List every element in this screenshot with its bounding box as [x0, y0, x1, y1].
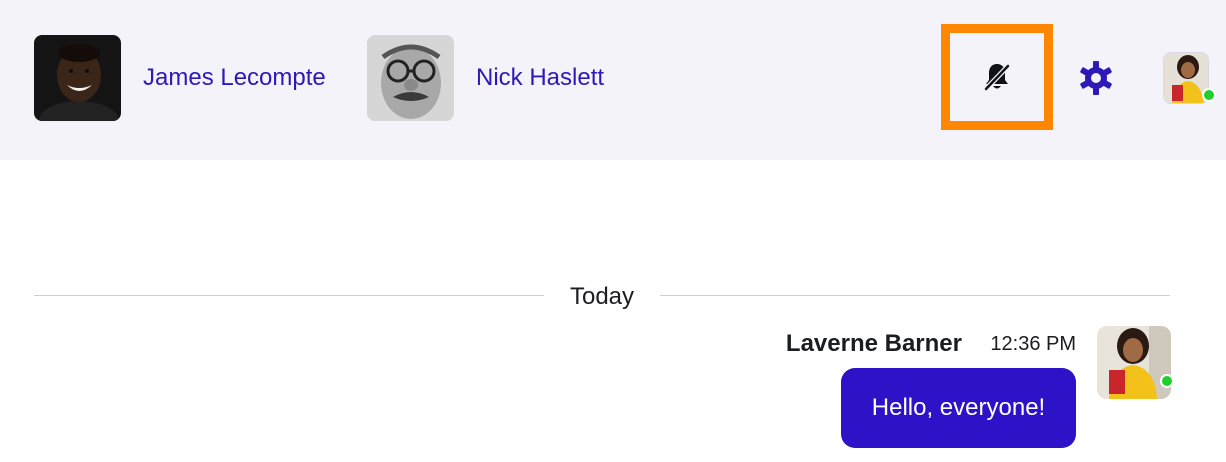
date-divider-line-left: [34, 295, 544, 296]
message-sender-name: Laverne Barner: [785, 330, 962, 357]
date-divider-label: Today: [569, 283, 635, 310]
participant-name-nick[interactable]: Nick Haslett: [476, 62, 604, 94]
avatar-photo: [1097, 326, 1171, 399]
settings-button[interactable]: [1076, 57, 1116, 99]
message-timestamp: 12:36 PM: [990, 333, 1076, 355]
chat-header: James Lecompte Nick Haslett: [0, 0, 1226, 160]
participant-name-james[interactable]: James Lecompte: [143, 62, 326, 94]
current-user-avatar[interactable]: [1163, 52, 1216, 104]
gear-icon: [1080, 61, 1112, 95]
message-sender-avatar[interactable]: [1097, 326, 1177, 400]
bell-slash-icon: [983, 63, 1011, 92]
avatar-photo: [367, 35, 454, 121]
mute-notifications-button[interactable]: [941, 24, 1053, 130]
avatar: [1097, 326, 1171, 399]
online-status-dot: [1202, 88, 1216, 102]
online-status-dot: [1160, 374, 1174, 388]
message-bubble: Hello, everyone!: [841, 368, 1076, 448]
participant-avatar-nick[interactable]: [367, 35, 454, 121]
date-divider-line-right: [660, 295, 1170, 296]
avatar-photo: [34, 35, 121, 121]
participant-avatar-james[interactable]: [34, 35, 121, 121]
